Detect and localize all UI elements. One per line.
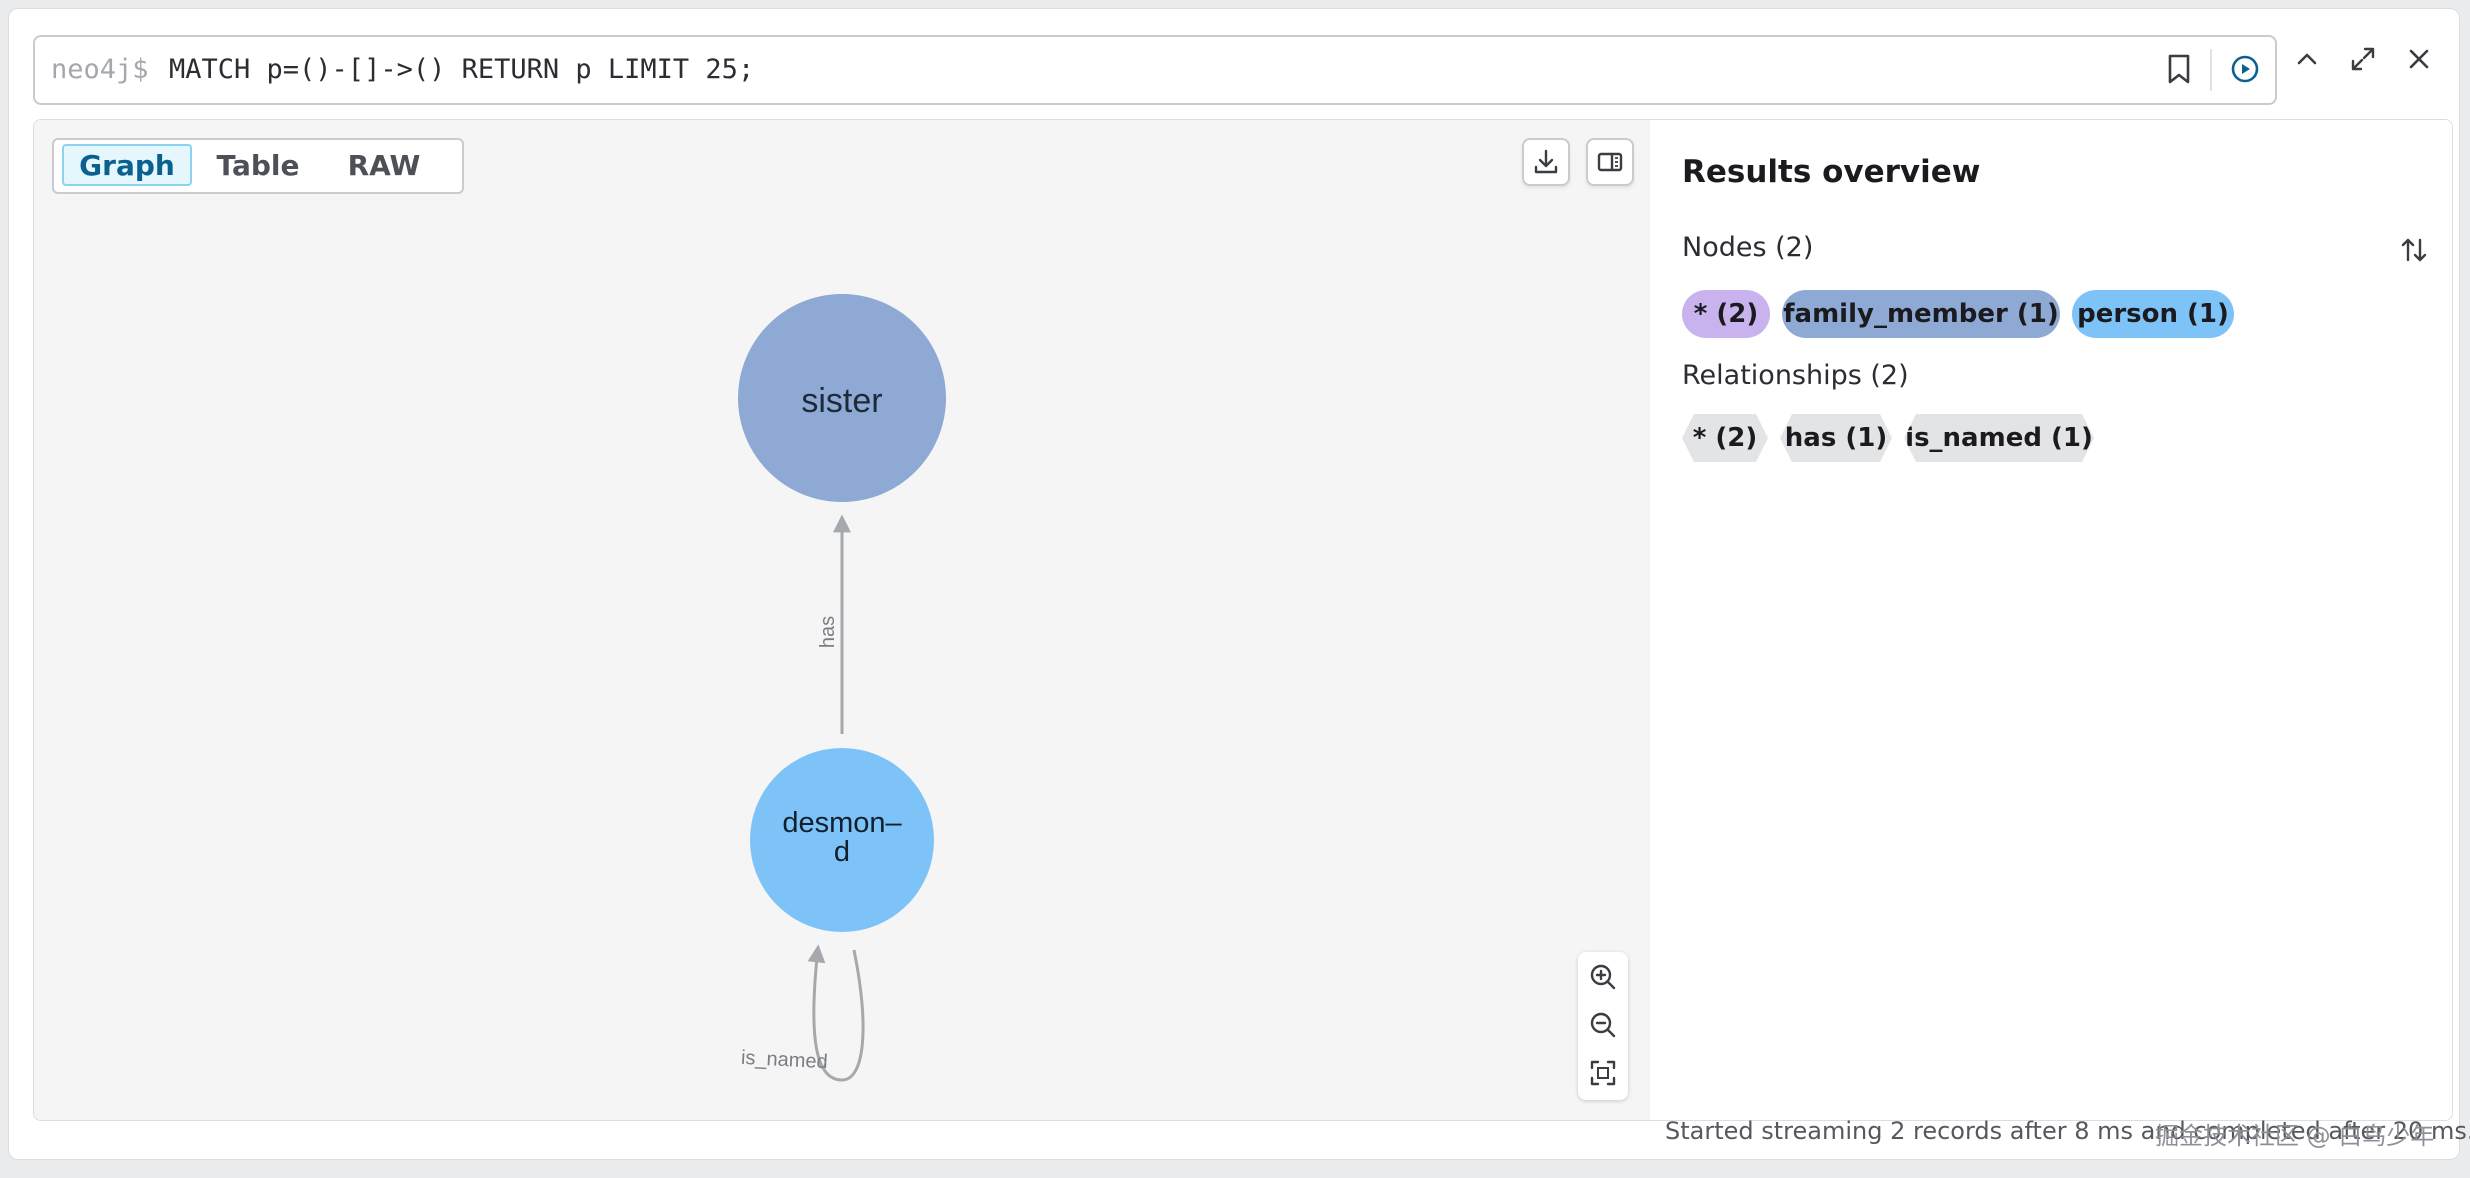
node-label-chip-person[interactable]: person (1)	[2072, 290, 2234, 338]
bookmark-icon[interactable]	[2159, 49, 2199, 89]
relationship-chip-has[interactable]: has (1)	[1780, 414, 1892, 462]
watermark-text: 掘金技术社区 @ 白鸟少年	[2155, 1122, 2435, 1150]
sort-icon[interactable]	[2396, 232, 2432, 268]
node-desmond-label-line1: desmon–	[782, 807, 902, 839]
close-icon[interactable]	[2397, 37, 2441, 81]
editor-prompt: neo4j$	[51, 54, 149, 85]
graph-svg: has is_named sister desmon– d	[738, 294, 946, 1082]
result-frame-card: neo4j$ MATCH p=()-[]->() RETURN p LIMIT …	[8, 8, 2470, 1160]
zoom-out-icon[interactable]	[1581, 1003, 1625, 1047]
node-sister-label: sister	[801, 382, 882, 420]
graph-canvas[interactable]: Graph Table RAW has is_named sister desm…	[34, 120, 1650, 1120]
nodes-count-label: Nodes (2)	[1682, 232, 1814, 263]
results-overview-title: Results overview	[1682, 154, 1981, 190]
query-editor[interactable]: neo4j$ MATCH p=()-[]->() RETURN p LIMIT …	[33, 35, 2277, 105]
relationship-is-named-label: is_named	[740, 1047, 828, 1074]
relationship-chip-all[interactable]: * (2)	[1682, 414, 1768, 462]
node-desmond-label-line2: d	[834, 836, 850, 868]
editor-separator	[2210, 49, 2212, 91]
relationship-chip-is-named[interactable]: is_named (1)	[1904, 414, 2094, 462]
result-view: Graph Table RAW has is_named sister desm…	[33, 119, 2453, 1121]
zoom-controls	[1578, 952, 1628, 1100]
play-circle-icon[interactable]	[2225, 49, 2265, 89]
chevron-up-icon[interactable]	[2285, 37, 2329, 81]
node-label-chip-all[interactable]: * (2)	[1682, 290, 1770, 338]
node-label-chip-family-member[interactable]: family_member (1)	[1782, 290, 2060, 338]
fit-to-screen-icon[interactable]	[1581, 1051, 1625, 1095]
results-overview-panel: Results overview Nodes (2) * (2) family_…	[1650, 120, 2452, 1120]
relationship-has-label: has	[817, 616, 839, 648]
zoom-in-icon[interactable]	[1581, 955, 1625, 999]
relationships-count-label: Relationships (2)	[1682, 360, 1909, 391]
query-text[interactable]: MATCH p=()-[]->() RETURN p LIMIT 25;	[169, 54, 754, 85]
expand-icon[interactable]	[2341, 37, 2385, 81]
